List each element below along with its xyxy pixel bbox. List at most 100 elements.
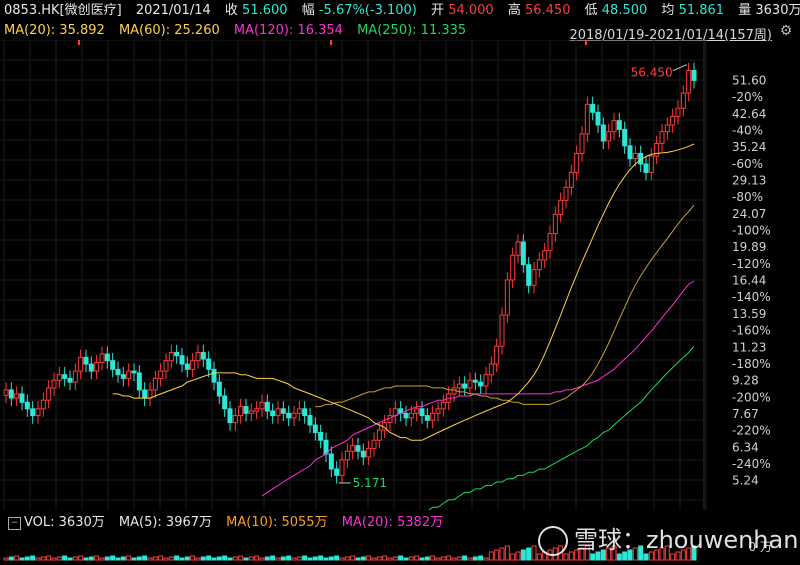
candle-body xyxy=(515,241,521,256)
volume-bar xyxy=(200,556,206,561)
candle-body xyxy=(643,163,649,173)
percent-tick-label: -60% xyxy=(732,157,763,171)
volume-bar xyxy=(430,555,436,561)
candle-body xyxy=(115,368,121,376)
volume-bar xyxy=(120,556,126,561)
volume-bar xyxy=(206,555,212,561)
candle-body xyxy=(238,406,244,417)
candle-body xyxy=(558,199,564,215)
volume-bar xyxy=(78,555,84,561)
vol-ma10: MA(10): 5055万 xyxy=(226,515,328,530)
candle-body xyxy=(152,377,158,391)
candle-body xyxy=(307,415,313,426)
candle-body xyxy=(376,429,382,441)
candle-body xyxy=(200,351,206,360)
volume-bar xyxy=(184,556,190,561)
candle-body xyxy=(142,389,148,399)
candle-body xyxy=(590,103,596,113)
high-label: 高 xyxy=(507,3,521,18)
candle-body xyxy=(83,356,89,365)
volume-bar xyxy=(19,557,25,561)
candle-body xyxy=(616,120,622,130)
candle-body xyxy=(179,355,185,365)
volume-bar xyxy=(440,556,446,561)
candle-body xyxy=(478,381,484,387)
price-tick-label: 35.24 xyxy=(732,140,766,154)
candlestick-chart[interactable]: 51.60 42.64 35.24 29.13 24.07 19.89 16.44 13.59… xyxy=(0,40,800,510)
volume-bar xyxy=(408,556,414,561)
candle-body xyxy=(648,155,654,173)
top-marker xyxy=(330,40,332,45)
volume-bar xyxy=(328,556,334,561)
candle-body xyxy=(174,351,180,357)
candle-body xyxy=(131,370,137,374)
candle-body xyxy=(430,412,436,421)
candle-body xyxy=(222,395,228,410)
candle-body xyxy=(312,424,318,433)
candle-body xyxy=(302,408,308,417)
candle-body xyxy=(24,401,30,410)
volume-bar xyxy=(30,555,36,561)
candle-body xyxy=(542,250,548,261)
volume-bar xyxy=(174,555,180,561)
candle-body xyxy=(568,171,574,188)
volume-bar xyxy=(499,547,505,561)
xueqiu-logo-icon xyxy=(538,526,568,556)
volume-bar xyxy=(414,555,420,561)
vol-ma5: MA(5): 3967万 xyxy=(118,515,213,530)
settings-gear-icon[interactable]: ⚙ xyxy=(778,23,794,39)
low-value: 48.500 xyxy=(601,3,648,18)
candle-body xyxy=(520,241,526,266)
candle-body xyxy=(440,401,446,410)
ma250-legend: MA(250): 11.335 xyxy=(357,23,467,38)
open-label: 开 xyxy=(431,3,445,18)
volume-bar xyxy=(243,557,249,561)
candle-body xyxy=(46,387,52,401)
candle-body xyxy=(536,259,542,271)
volume-bar xyxy=(222,555,228,561)
price-tick-label: 24.07 xyxy=(732,207,766,221)
volume-bar xyxy=(451,557,457,561)
volume-bar xyxy=(62,555,68,561)
candle-body xyxy=(227,408,233,424)
candle-body xyxy=(318,431,324,441)
candle-body xyxy=(526,264,532,286)
candle-body xyxy=(35,408,41,417)
volume-bar xyxy=(510,553,516,561)
volume-bar xyxy=(424,556,430,561)
collapse-icon[interactable]: − xyxy=(8,517,21,530)
volume-bar xyxy=(280,556,286,561)
candle-body xyxy=(675,107,681,117)
candle-body xyxy=(51,379,57,389)
volume-bar xyxy=(355,557,361,561)
candle-body xyxy=(120,374,126,379)
volume-bar xyxy=(227,557,233,561)
ma20-line xyxy=(112,143,695,441)
candle-body xyxy=(110,360,116,370)
candle-body xyxy=(584,103,590,135)
candle-body xyxy=(291,412,297,419)
percent-tick-label: -120% xyxy=(732,257,771,271)
volume-bar xyxy=(238,555,244,561)
candle-body xyxy=(462,383,468,389)
volume-bar xyxy=(147,557,153,561)
volume-bar xyxy=(488,551,494,561)
volume-bar xyxy=(83,557,89,561)
candle-body xyxy=(552,213,558,235)
candle-body xyxy=(78,356,84,372)
volume-bar xyxy=(312,556,318,561)
volume-bar xyxy=(323,557,329,561)
volume-bar xyxy=(40,556,46,561)
volume-bar xyxy=(318,555,324,561)
high-value: 56.450 xyxy=(524,3,571,18)
volume-bar xyxy=(264,556,270,561)
candle-body xyxy=(574,152,580,173)
open-value: 54.000 xyxy=(448,3,494,18)
candle-body xyxy=(611,120,617,133)
volume-bar xyxy=(392,556,398,561)
volume-bar xyxy=(232,556,238,561)
watermark-text: 雪球：zhouwenhan xyxy=(574,526,799,554)
price-tick-label: 16.44 xyxy=(732,274,766,288)
candle-body xyxy=(414,408,420,414)
ma60-legend: MA(60): 25.260 xyxy=(118,23,220,38)
